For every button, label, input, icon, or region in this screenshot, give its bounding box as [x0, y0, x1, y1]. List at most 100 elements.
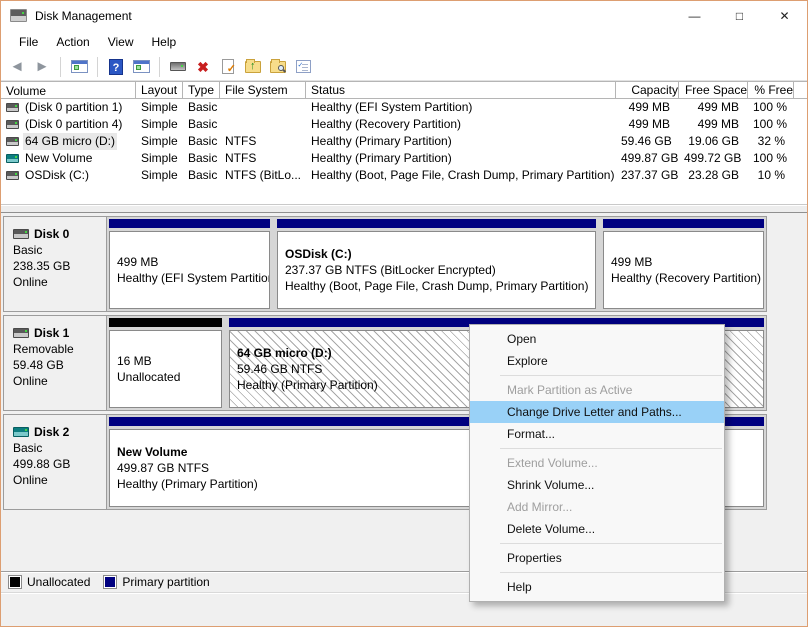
unallocated-swatch — [8, 575, 22, 589]
menu-separator — [500, 448, 722, 449]
menu-action[interactable]: Action — [47, 32, 98, 52]
disk-size: 238.35 GB — [13, 259, 71, 273]
disk-row-0: Disk 0 Basic 238.35 GB Online 499 MB Hea… — [3, 216, 767, 312]
disk-0-header[interactable]: Disk 0 Basic 238.35 GB Online — [4, 217, 107, 311]
primary-partition-swatch — [103, 575, 118, 589]
volume-icon — [6, 154, 19, 163]
partition-type-bar — [109, 318, 222, 327]
disk-icon — [13, 229, 29, 239]
column-header-status[interactable]: Status — [306, 82, 616, 98]
disk-status: Online — [13, 374, 48, 388]
disk-status: Online — [13, 473, 48, 487]
partition-unallocated[interactable]: 16 MB Unallocated — [107, 316, 224, 410]
partition-type-bar — [277, 219, 596, 228]
forward-icon: ► — [34, 58, 50, 75]
disk-kind: Basic — [13, 243, 43, 257]
menu-item-mark-partition-active: Mark Partition as Active — [507, 383, 633, 397]
column-header-pct-free[interactable]: % Free — [748, 82, 794, 98]
menu-item-open[interactable]: Open — [470, 328, 724, 350]
menu-item-change-drive-letter[interactable]: Change Drive Letter and Paths... — [470, 401, 724, 423]
toolbar-separator — [60, 56, 61, 77]
show-console-tree-button[interactable] — [69, 56, 89, 78]
disk-size: 59.48 GB — [13, 358, 64, 372]
folder-search-button[interactable] — [268, 56, 288, 78]
menu-file[interactable]: File — [10, 32, 47, 52]
column-header-type[interactable]: Type — [183, 82, 220, 98]
menu-item-format[interactable]: Format... — [470, 423, 724, 445]
menu-item-delete-volume[interactable]: Delete Volume... — [470, 518, 724, 540]
partition-efi[interactable]: 499 MB Healthy (EFI System Partition) — [107, 217, 272, 311]
toolbar-separator — [159, 56, 160, 77]
close-button[interactable]: ✕ — [762, 1, 807, 30]
volume-list: Volume Layout Type File System Status Ca… — [1, 81, 807, 204]
show-action-pane-icon — [132, 60, 150, 73]
volume-icon — [6, 137, 19, 146]
properties-check-icon: ✓ — [222, 59, 236, 75]
partition-type-bar — [109, 219, 270, 228]
menu-separator — [500, 375, 722, 376]
table-row[interactable]: (Disk 0 partition 4) Simple Basic Health… — [1, 116, 807, 133]
partition-osdisk-c[interactable]: OSDisk (C:) 237.37 GB NTFS (BitLocker En… — [275, 217, 598, 311]
menu-bar: File Action View Help — [1, 30, 807, 53]
volume-icon — [6, 171, 19, 180]
column-header-volume[interactable]: Volume — [1, 82, 136, 98]
disk-status: Online — [13, 275, 48, 289]
table-row[interactable]: (Disk 0 partition 1) Simple Basic Health… — [1, 99, 807, 116]
menu-item-explore[interactable]: Explore — [470, 350, 724, 372]
table-row-selected[interactable]: 64 GB micro (D:) Simple Basic NTFS Healt… — [1, 133, 807, 150]
folder-up-icon: ↑ — [245, 58, 261, 73]
folder-up-button[interactable]: ↑ — [243, 56, 263, 78]
context-menu: Open Explore Mark Partition as Active Ch… — [469, 324, 725, 602]
menu-item-shrink-volume[interactable]: Shrink Volume... — [470, 474, 724, 496]
delete-icon: ✖ — [197, 58, 209, 75]
column-header-file-system[interactable]: File System — [220, 82, 306, 98]
app-icon — [10, 9, 27, 22]
menu-separator — [500, 543, 722, 544]
minimize-button[interactable]: — — [672, 1, 717, 30]
legend-unallocated: Unallocated — [8, 575, 90, 589]
menu-separator — [500, 572, 722, 573]
disk-2-header[interactable]: Disk 2 Basic 499.88 GB Online — [4, 415, 107, 509]
disk-kind: Removable — [13, 342, 74, 356]
help-icon: ? — [109, 58, 123, 75]
back-button[interactable]: ◄ — [7, 56, 27, 78]
partition-recovery[interactable]: 499 MB Healthy (Recovery Partition) — [601, 217, 766, 311]
menu-item-add-mirror: Add Mirror... — [507, 500, 573, 514]
volume-icon — [6, 103, 19, 112]
disk-icon — [13, 427, 29, 437]
device-icon — [170, 62, 186, 71]
show-action-pane-button[interactable] — [131, 56, 151, 78]
legend-primary-partition: Primary partition — [103, 575, 210, 589]
disk-size: 499.88 GB — [13, 457, 71, 471]
title-bar: Disk Management — □ ✕ — [1, 1, 807, 30]
menu-item-properties[interactable]: Properties — [470, 547, 724, 569]
help-button[interactable]: ? — [106, 56, 126, 78]
volume-list-header: Volume Layout Type File System Status Ca… — [1, 81, 807, 99]
forward-button[interactable]: ► — [32, 56, 52, 78]
table-row[interactable]: New Volume Simple Basic NTFS Healthy (Pr… — [1, 150, 807, 167]
pane-splitter[interactable] — [1, 204, 807, 213]
menu-item-help[interactable]: Help — [470, 576, 724, 598]
menu-help[interactable]: Help — [143, 32, 186, 52]
volume-icon — [6, 120, 19, 129]
show-console-tree-icon — [70, 60, 88, 73]
menu-view[interactable]: View — [99, 32, 143, 52]
table-row[interactable]: OSDisk (C:) Simple Basic NTFS (BitLo... … — [1, 167, 807, 184]
disk-kind: Basic — [13, 441, 43, 455]
partition-type-bar — [603, 219, 764, 228]
maximize-button[interactable]: □ — [717, 1, 762, 30]
checklist-button[interactable] — [293, 56, 313, 78]
properties-check-button[interactable]: ✓ — [218, 56, 238, 78]
toolbar-separator — [97, 56, 98, 77]
device-button[interactable] — [168, 56, 188, 78]
disk-management-window: Disk Management — □ ✕ File Action View H… — [0, 0, 808, 627]
folder-search-icon — [270, 58, 286, 73]
column-header-capacity[interactable]: Capacity — [616, 82, 679, 98]
column-header-layout[interactable]: Layout — [136, 82, 183, 98]
delete-button[interactable]: ✖ — [193, 56, 213, 78]
disk-1-header[interactable]: Disk 1 Removable 59.48 GB Online — [4, 316, 107, 410]
checklist-icon — [295, 60, 311, 73]
menu-item-extend-volume: Extend Volume... — [507, 456, 598, 470]
toolbar: ◄ ► ? ✖ ✓ ↑ — [1, 53, 807, 81]
column-header-free-space[interactable]: Free Space — [679, 82, 748, 98]
